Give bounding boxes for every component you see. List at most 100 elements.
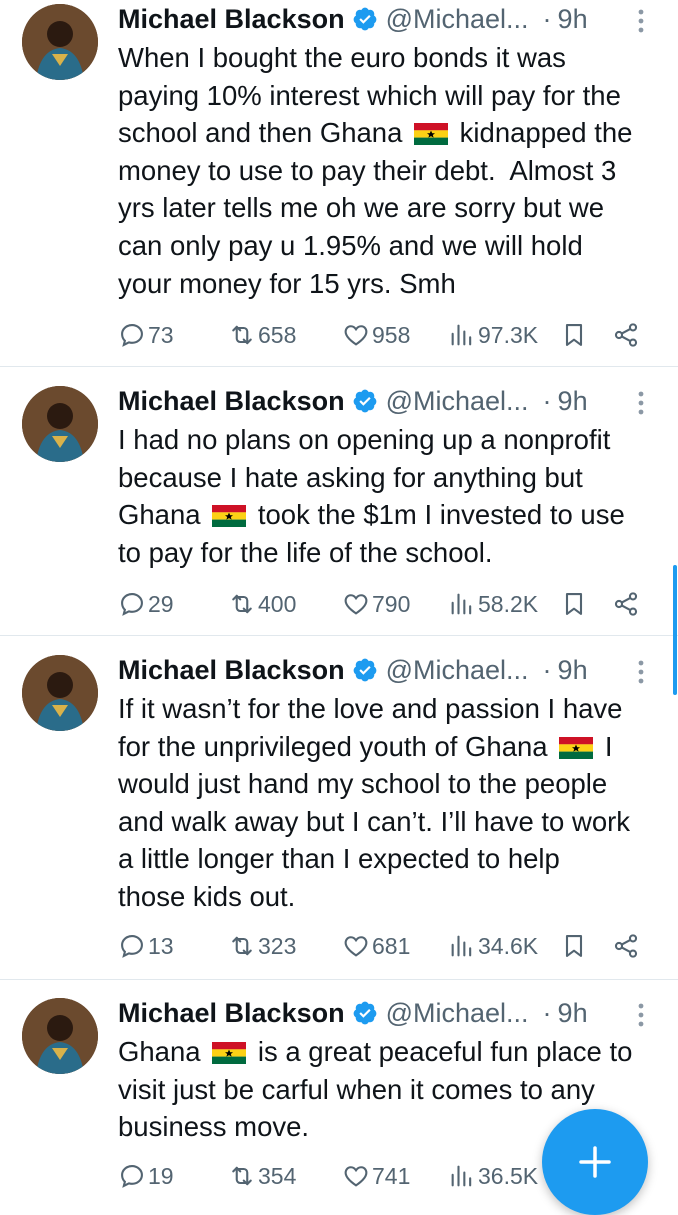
tweet-divider — [0, 979, 678, 980]
timestamp[interactable]: 9h — [558, 655, 588, 686]
tweet-text: I had no plans on opening up a nonprofit… — [118, 424, 625, 568]
share-icon[interactable] — [612, 590, 640, 618]
repost-count: 400 — [258, 590, 297, 617]
heart-icon — [344, 1166, 368, 1187]
tweet-divider — [0, 635, 678, 636]
compose-button[interactable] — [542, 1109, 648, 1215]
ghana-flag-icon — [212, 505, 246, 527]
avatar[interactable] — [22, 998, 98, 1074]
tweet-actions: 13 323 681 34.6K — [118, 926, 663, 966]
bookmark-icon[interactable] — [560, 590, 588, 618]
like-count: 681 — [372, 932, 411, 959]
share-icon[interactable] — [612, 321, 640, 349]
reply-button[interactable]: 73 — [118, 315, 174, 355]
timestamp[interactable]: 9h — [558, 4, 588, 35]
reply-button[interactable]: 19 — [118, 1156, 174, 1196]
reply-count: 29 — [148, 590, 174, 617]
like-count: 790 — [372, 590, 411, 617]
views-button[interactable]: 58.2K — [448, 584, 538, 624]
ghana-flag-icon — [212, 1042, 246, 1064]
repost-button[interactable]: 400 — [228, 584, 296, 624]
timestamp[interactable]: 9h — [558, 998, 588, 1029]
repost-count: 354 — [258, 1162, 297, 1189]
repost-button[interactable]: 323 — [228, 926, 296, 966]
views-icon — [451, 1165, 472, 1187]
avatar[interactable] — [22, 655, 98, 731]
reply-button[interactable]: 13 — [118, 926, 174, 966]
verified-badge-icon — [353, 389, 376, 413]
author-name[interactable]: Michael Blackson — [118, 655, 345, 686]
tweet[interactable]: Michael Blackson @Michael... · 9h If it … — [0, 651, 678, 978]
bookmark-icon[interactable] — [560, 321, 588, 349]
tweet[interactable]: Michael Blackson @Michael... · 9h I had … — [0, 382, 678, 634]
like-button[interactable]: 741 — [342, 1156, 410, 1196]
tweet-actions: 29 400 790 58.2K — [118, 584, 663, 624]
tweet-text: When I bought the euro bonds it was payi… — [118, 42, 633, 299]
avatar[interactable] — [22, 386, 98, 462]
views-count: 58.2K — [478, 590, 539, 617]
plus-icon — [579, 1146, 611, 1178]
author-handle[interactable]: @Michael... — [386, 655, 529, 686]
repost-icon — [232, 325, 252, 345]
views-button[interactable]: 97.3K — [448, 315, 538, 355]
verified-badge-icon — [353, 7, 376, 31]
heart-icon — [344, 936, 368, 957]
reply-count: 73 — [148, 321, 174, 348]
repost-button[interactable]: 354 — [228, 1156, 296, 1196]
author-name[interactable]: Michael Blackson — [118, 4, 345, 35]
like-count: 741 — [372, 1162, 411, 1189]
heart-icon — [344, 594, 368, 615]
reply-count: 13 — [148, 932, 174, 959]
like-count: 958 — [372, 321, 411, 348]
repost-count: 323 — [258, 932, 297, 959]
tweet[interactable]: Michael Blackson @Michael... · 9h When I… — [0, 0, 678, 365]
author-handle[interactable]: @Michael... — [386, 998, 529, 1029]
tweet-divider — [0, 366, 678, 367]
repost-icon — [232, 936, 252, 956]
views-count: 97.3K — [478, 321, 539, 348]
views-count: 36.5K — [478, 1162, 539, 1189]
reply-icon — [121, 1165, 143, 1188]
tweet-actions: 73 658 958 97.3K — [118, 315, 663, 355]
bookmark-icon[interactable] — [560, 932, 588, 960]
more-vertical-icon[interactable] — [631, 657, 651, 687]
repost-button[interactable]: 658 — [228, 315, 296, 355]
avatar[interactable] — [22, 4, 98, 80]
views-count: 34.6K — [478, 932, 539, 959]
more-vertical-icon[interactable] — [631, 388, 651, 418]
like-button[interactable]: 681 — [342, 926, 410, 966]
ghana-flag-icon — [559, 737, 593, 759]
reply-button[interactable]: 29 — [118, 584, 174, 624]
more-vertical-icon[interactable] — [631, 1000, 651, 1030]
repost-icon — [232, 1166, 252, 1186]
repost-count: 658 — [258, 321, 297, 348]
like-button[interactable]: 958 — [342, 315, 410, 355]
views-icon — [451, 935, 472, 957]
views-icon — [451, 593, 472, 615]
separator-dot: · — [542, 997, 552, 1028]
like-button[interactable]: 790 — [342, 584, 410, 624]
verified-badge-icon — [353, 1001, 376, 1025]
reply-icon — [121, 324, 143, 347]
separator-dot: · — [542, 3, 552, 34]
repost-icon — [232, 594, 252, 614]
views-button[interactable]: 36.5K — [448, 1156, 538, 1196]
more-vertical-icon[interactable] — [631, 6, 651, 36]
timestamp[interactable]: 9h — [558, 386, 588, 417]
separator-dot: · — [542, 654, 552, 685]
reply-icon — [121, 593, 143, 616]
reply-icon — [121, 935, 143, 958]
author-name[interactable]: Michael Blackson — [118, 386, 345, 417]
share-icon[interactable] — [612, 932, 640, 960]
author-handle[interactable]: @Michael... — [386, 4, 529, 35]
views-icon — [451, 324, 472, 346]
reply-count: 19 — [148, 1162, 174, 1189]
heart-icon — [344, 325, 368, 346]
author-name[interactable]: Michael Blackson — [118, 998, 345, 1029]
author-handle[interactable]: @Michael... — [386, 386, 529, 417]
tweet-text: If it wasn’t for the love and passion I … — [118, 693, 631, 912]
separator-dot: · — [542, 385, 552, 416]
ghana-flag-icon — [414, 123, 448, 145]
scrollbar-thumb[interactable] — [673, 565, 677, 695]
views-button[interactable]: 34.6K — [448, 926, 538, 966]
